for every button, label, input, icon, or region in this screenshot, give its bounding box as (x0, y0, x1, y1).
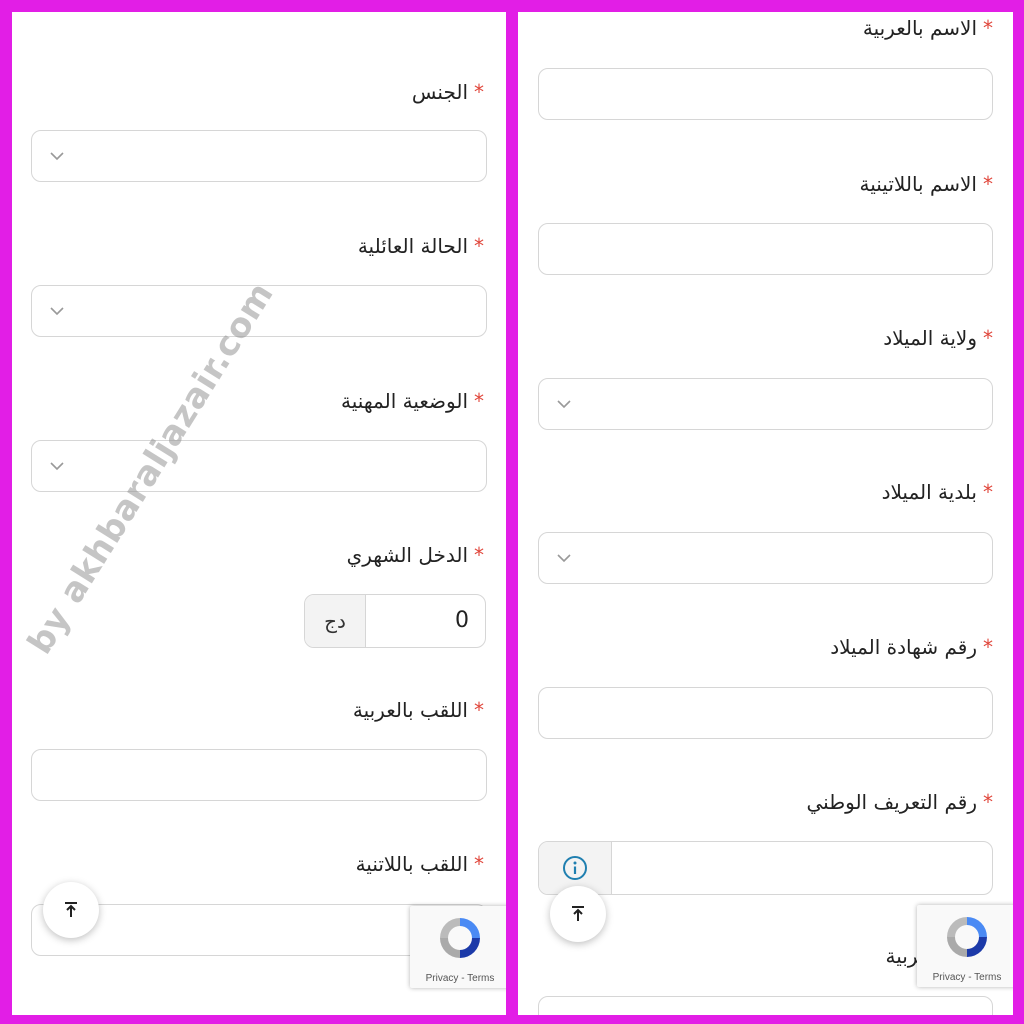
national-id-group (538, 841, 993, 895)
recaptcha-badge[interactable]: Privacy - Terms (917, 905, 1013, 987)
recaptcha-logo-icon (440, 918, 480, 958)
left-form-panel: *الجنس *الحالة العائلية *الوضعية المهنية… (12, 12, 506, 1015)
label-surname-latin: *اللقب باللاتنية (355, 852, 484, 876)
birth-wilaya-select[interactable] (538, 378, 993, 430)
monthly-income-input[interactable]: 0 (455, 608, 469, 633)
gender-select[interactable] (31, 130, 487, 182)
recaptcha-logo-icon (947, 917, 987, 957)
label-marital-status: *الحالة العائلية (357, 234, 484, 258)
currency-addon: دج (305, 595, 366, 647)
label-surname-arabic: *اللقب بالعربية (352, 698, 484, 722)
surname-arabic-input[interactable] (31, 749, 487, 801)
scroll-to-top-icon (65, 902, 77, 917)
label-national-id-number: *رقم التعريف الوطني (806, 790, 994, 814)
scroll-to-top-icon (572, 906, 584, 921)
label-gender: *الجنس (411, 80, 484, 104)
recaptcha-badge[interactable]: Privacy - Terms (410, 906, 506, 988)
label-monthly-income: *الدخل الشهري (346, 543, 484, 567)
info-icon (563, 856, 587, 880)
national-id-input[interactable] (612, 842, 992, 894)
recaptcha-links[interactable]: Privacy - Terms (917, 972, 1013, 983)
chevron-down-icon (50, 307, 64, 316)
label-birth-certificate-number: *رقم شهادة الميلاد (830, 635, 993, 659)
chevron-down-icon (50, 152, 64, 161)
monthly-income-group: دج 0 (304, 594, 486, 648)
label-first-name-latin: *الاسم باللاتينية (859, 172, 993, 196)
father-name-arabic-input[interactable] (538, 996, 993, 1015)
birth-commune-select[interactable] (538, 532, 993, 584)
birth-certificate-number-input[interactable] (538, 687, 993, 739)
first-name-arabic-input[interactable] (538, 68, 993, 120)
chevron-down-icon (557, 400, 571, 409)
scroll-to-top-button[interactable] (550, 886, 606, 942)
label-professional-status: *الوضعية المهنية (341, 389, 484, 413)
professional-status-select[interactable] (31, 440, 487, 492)
label-birth-commune: *بلدية الميلاد (881, 480, 993, 504)
right-form-panel: *الاسم بالعربية *الاسم باللاتينية *ولاية… (518, 12, 1013, 1015)
recaptcha-links[interactable]: Privacy - Terms (410, 973, 506, 984)
chevron-down-icon (557, 554, 571, 563)
label-birth-wilaya: *ولاية الميلاد (883, 326, 993, 350)
chevron-down-icon (50, 462, 64, 471)
scroll-to-top-button[interactable] (43, 882, 99, 938)
label-first-name-arabic: *الاسم بالعربية (862, 16, 993, 40)
first-name-latin-input[interactable] (538, 223, 993, 275)
